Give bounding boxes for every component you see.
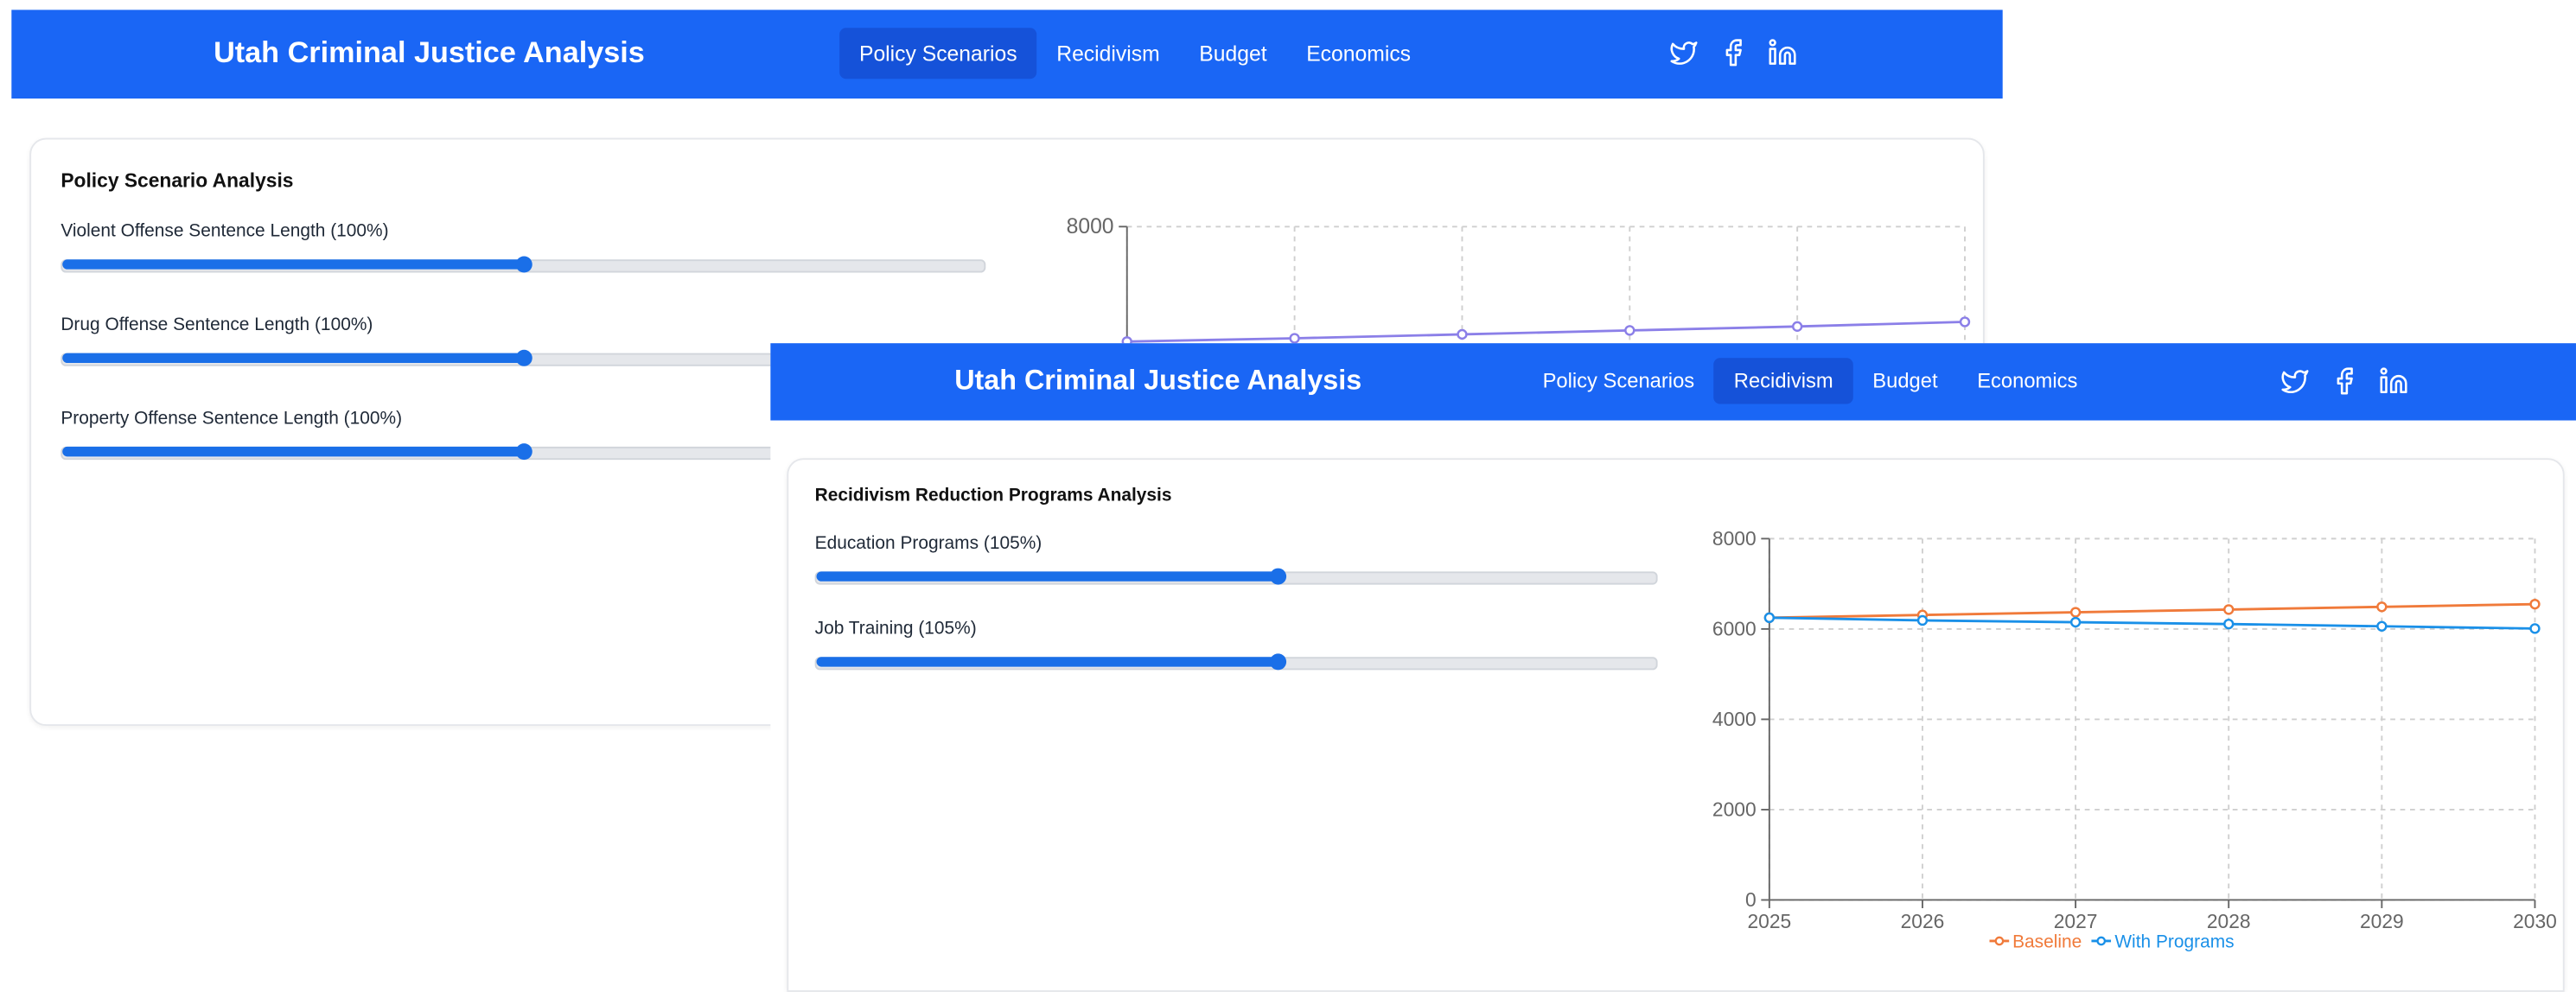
data-point	[1457, 328, 1468, 340]
data-point	[2376, 601, 2388, 613]
card-title: Recidivism Reduction Programs Analysis	[814, 486, 1172, 506]
screenshot-composite: Utah Criminal Justice Analysis Policy Sc…	[0, 0, 2576, 992]
slider-thumb[interactable]	[514, 443, 532, 461]
slider-label: Drug Offense Sentence Length (100%)	[61, 315, 373, 335]
y-tick-label: 6000	[1712, 617, 1757, 639]
slider-label: Violent Offense Sentence Length (100%)	[61, 221, 389, 242]
nav-links: Policy Scenarios Recidivism Budget Econo…	[1523, 358, 2097, 404]
slider-fill	[816, 657, 1278, 667]
nav-policy-scenarios[interactable]: Policy Scenarios	[1523, 358, 1714, 404]
y-tick-label: 4000	[1712, 708, 1757, 730]
x-tick-label: 2025	[1747, 910, 1791, 932]
twitter-icon[interactable]	[2280, 366, 2310, 396]
recidivism-chart: 0 2000 4000 6000 8000 2025 2026 2027 2028 2029 203…	[1709, 525, 2563, 952]
data-point	[1916, 614, 1929, 626]
x-tick-label: 2028	[2207, 910, 2251, 932]
slider-thumb[interactable]	[514, 349, 532, 366]
legend-marker	[1994, 936, 2005, 946]
navbar: Utah Criminal Justice Analysis Policy Sc…	[770, 343, 2576, 421]
nav-budget[interactable]: Budget	[1179, 28, 1286, 79]
legend-symbol-icon	[2091, 936, 2112, 946]
data-point	[2069, 607, 2082, 618]
slider-fill	[62, 446, 524, 457]
legend-label: With Programs	[2114, 932, 2235, 953]
chart-svg: 0 2000 4000 6000 8000 2025 2026 2027 2028 2029 203…	[1712, 527, 2557, 932]
y-tick-label: 8000	[1067, 215, 1114, 238]
education-programs-slider-group: Education Programs (105%)	[814, 533, 1658, 585]
job-training-slider-group: Job Training (105%)	[814, 619, 1658, 671]
legend-symbol-icon	[1989, 936, 2010, 946]
legend-label: Baseline	[2012, 932, 2082, 953]
series-line	[1769, 616, 2535, 630]
legend-marker	[2096, 936, 2107, 946]
social-links	[2280, 366, 2408, 396]
data-point	[2223, 604, 2235, 615]
x-tick-label: 2026	[1901, 910, 1945, 932]
slider-thumb[interactable]	[514, 256, 532, 273]
series-line	[1126, 321, 1966, 343]
x-tick-label: 2029	[2360, 910, 2404, 932]
social-links	[1669, 38, 1797, 67]
window-recidivism: Utah Criminal Justice Analysis Policy Sc…	[770, 343, 2576, 992]
brand-title[interactable]: Utah Criminal Justice Analysis	[214, 36, 645, 71]
slider-label: Job Training (105%)	[814, 619, 977, 639]
nav-budget[interactable]: Budget	[1852, 358, 1957, 404]
navbar: Utah Criminal Justice Analysis Policy Sc…	[11, 10, 2003, 99]
slider-fill	[62, 353, 524, 364]
data-point	[1289, 333, 1300, 344]
data-point	[2376, 620, 2388, 632]
nav-recidivism[interactable]: Recidivism	[1713, 358, 1853, 404]
linkedin-icon[interactable]	[2379, 366, 2408, 396]
recidivism-card: Recidivism Reduction Programs Analysis E…	[787, 458, 2565, 992]
data-point	[2529, 623, 2541, 634]
twitter-icon[interactable]	[1669, 38, 1699, 67]
y-tick-label: 0	[1745, 888, 1757, 911]
data-point	[1763, 612, 1776, 624]
y-tick-label: 2000	[1712, 798, 1757, 821]
series-line	[1769, 602, 2535, 620]
facebook-icon[interactable]	[2330, 366, 2359, 396]
education-programs-slider[interactable]	[814, 568, 1658, 585]
slider-thumb[interactable]	[1270, 568, 1287, 585]
facebook-icon[interactable]	[1718, 38, 1748, 67]
slider-fill	[816, 571, 1278, 582]
x-tick-label: 2027	[2054, 910, 2098, 932]
card-title: Policy Scenario Analysis	[61, 169, 294, 193]
violent-offense-slider[interactable]	[61, 256, 986, 273]
data-point	[2223, 618, 2235, 630]
data-point	[1791, 321, 1803, 332]
linkedin-icon[interactable]	[1768, 38, 1797, 67]
data-point	[1959, 316, 1971, 327]
slider-fill	[62, 259, 524, 270]
slider-thumb[interactable]	[1270, 653, 1287, 671]
nav-economics[interactable]: Economics	[1957, 358, 2097, 404]
nav-links: Policy Scenarios Recidivism Budget Econo…	[839, 28, 1431, 79]
nav-recidivism[interactable]: Recidivism	[1036, 28, 1179, 79]
nav-economics[interactable]: Economics	[1286, 28, 1430, 79]
job-training-slider[interactable]	[814, 653, 1658, 671]
brand-title[interactable]: Utah Criminal Justice Analysis	[954, 365, 1361, 397]
legend-item[interactable]: With Programs	[2091, 932, 2235, 953]
chart-legend: Baseline With Programs	[1989, 932, 2244, 953]
legend-item[interactable]: Baseline	[1989, 932, 2082, 953]
nav-policy-scenarios[interactable]: Policy Scenarios	[839, 28, 1037, 79]
data-point	[2529, 598, 2541, 610]
y-tick-label: 8000	[1712, 527, 1757, 550]
violent-offense-slider-group: Violent Offense Sentence Length (100%)	[61, 221, 986, 273]
slider-label: Education Programs (105%)	[814, 533, 1043, 554]
x-tick-label: 2030	[2513, 910, 2557, 932]
data-point	[2069, 616, 2082, 628]
data-point	[1624, 325, 1636, 336]
